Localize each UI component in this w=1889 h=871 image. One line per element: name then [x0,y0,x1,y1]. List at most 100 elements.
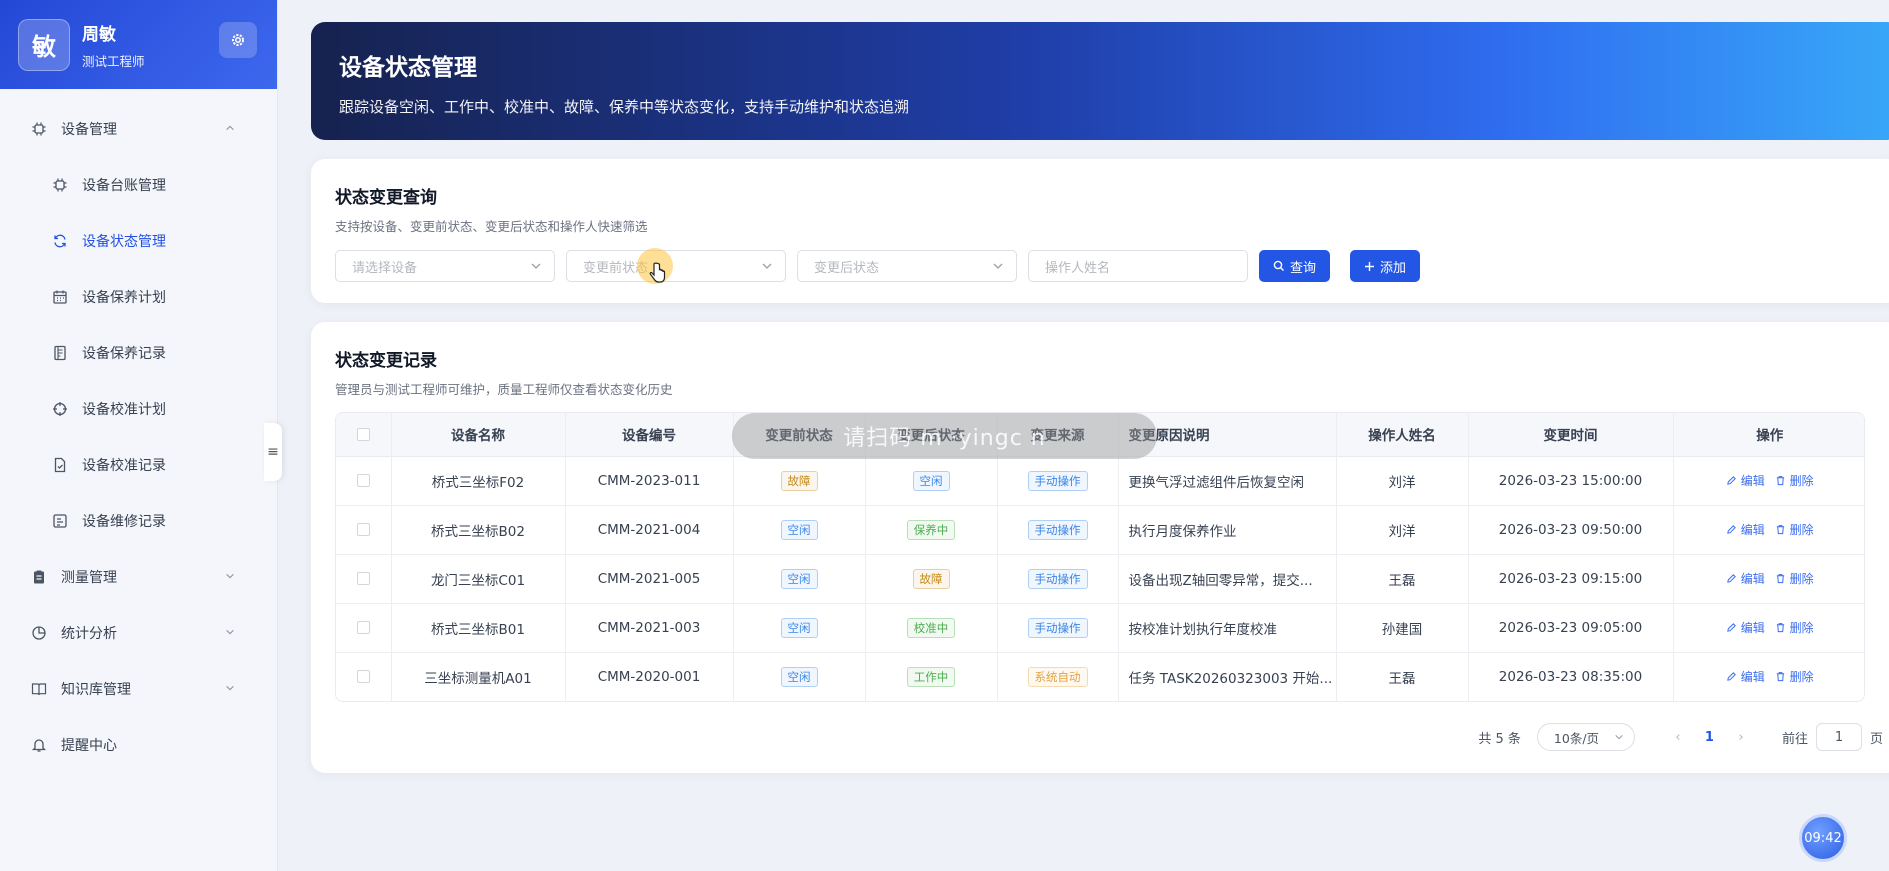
row-checkbox-cell[interactable] [336,554,392,604]
sidebar-item[interactable]: 设备校准计划 [0,381,277,437]
delete-button[interactable]: 删除 [1775,668,1814,685]
sidebar-item[interactable]: 提醒中心 [0,717,277,773]
before-status-select[interactable]: 变更前状态 [566,250,786,282]
row-checkbox[interactable] [356,572,370,585]
sidebar-item-label: 设备校准计划 [82,402,166,418]
chevron-down-icon [225,625,235,641]
row-checkbox[interactable] [356,474,370,487]
actions-cell: 编辑 删除 [1673,456,1864,506]
sidebar-item-label: 设备台账管理 [82,178,166,194]
after-status-cell: 保养中 [865,505,998,555]
sidebar-item[interactable]: 设备台账管理 [0,157,277,213]
prev-page-button[interactable]: ‹ [1667,730,1689,745]
sidebar-item-label: 设备保养计划 [82,290,166,306]
sidebar-item[interactable]: 统计分析 [0,605,277,661]
pointer-cursor-icon [648,262,666,288]
edit-button[interactable]: 编辑 [1726,472,1765,489]
delete-button[interactable]: 删除 [1775,472,1814,489]
sidebar-item[interactable]: 设备校准记录 [0,437,277,493]
sidebar-item-label: 设备维修记录 [82,514,166,530]
file-check-icon [51,456,69,474]
row-checkbox[interactable] [356,670,370,684]
actions-cell: 编辑 删除 [1673,554,1864,604]
operator-name-input[interactable]: 操作人姓名 [1028,250,1248,282]
search-button[interactable]: 查询 [1259,250,1331,282]
delete-button[interactable]: 删除 [1775,521,1814,538]
refresh-icon [51,232,69,250]
table-row[interactable]: 桥式三坐标B02 CMM-2021-004 空闲 保养中 手动操作 执行月度保养作业 刘洋 2… [336,505,1864,555]
search-icon [1273,260,1284,271]
delete-button[interactable]: 删除 [1775,619,1814,636]
reason-cell: 执行月度保养作业 [1118,505,1337,555]
edit-icon [1727,476,1736,485]
row-checkbox[interactable] [356,621,370,634]
time-cell: 2026-03-23 08:35:00 [1468,652,1674,701]
table-row[interactable]: 三坐标测量机A01 CMM-2020-001 空闲 工作中 系统自动 任务 TASK202… [336,652,1864,701]
source-cell: 系统自动 [997,652,1119,701]
sidebar-collapse-toggle[interactable]: ≡ [264,423,282,481]
row-checkbox-cell[interactable] [336,456,392,506]
after-status-cell: 校准中 [865,603,998,653]
next-page-button[interactable]: › [1730,730,1752,745]
sidebar-item-label: 设备状态管理 [82,234,166,250]
operator-cell: 王磊 [1336,554,1469,604]
edit-button[interactable]: 编辑 [1726,619,1765,636]
select-all-checkbox-cell[interactable] [336,413,392,457]
edit-icon [1727,672,1736,682]
device-name-cell: 龙门三坐标C01 [391,554,566,604]
sidebar-item[interactable]: 设备维修记录 [0,493,277,549]
page-size-select[interactable]: 10条/页 [1536,723,1635,751]
operator-cell: 孙建国 [1336,603,1469,653]
sidebar-item[interactable]: 设备保养记录 [0,325,277,381]
column-header: 变更时间 [1468,413,1674,457]
edit-button[interactable]: 编辑 [1726,668,1765,685]
row-checkbox-cell[interactable] [336,652,392,701]
edit-button[interactable]: 编辑 [1726,570,1765,587]
operator-name-placeholder: 操作人姓名 [1045,260,1111,276]
after-status-cell: 工作中 [865,652,998,701]
status-tag: 手动操作 [1027,617,1088,638]
chevron-down-icon [762,263,772,269]
floating-clock-button[interactable]: 09:42 [1799,814,1847,862]
row-checkbox[interactable] [356,523,370,536]
chevron-down-icon [531,263,541,269]
select-all-checkbox[interactable] [356,427,370,441]
table-row[interactable]: 龙门三坐标C01 CMM-2021-005 空闲 故障 手动操作 设备出现Z轴回零异常，提… [336,554,1864,604]
goto-suffix: 页 [1869,731,1883,747]
source-cell: 手动操作 [997,603,1119,653]
device-code-cell: CMM-2020-001 [565,652,734,701]
avatar: 敏 [18,18,70,71]
delete-button[interactable]: 删除 [1775,570,1814,587]
edit-icon [1727,525,1736,534]
sidebar-item[interactable]: 测量管理 [0,549,277,605]
gear-icon [232,34,244,46]
add-button[interactable]: 添加 [1350,250,1421,282]
goto-page-input[interactable]: 1 [1815,723,1862,751]
sidebar-item[interactable]: 设备状态管理 [0,213,277,269]
after-status-select[interactable]: 变更后状态 [797,250,1017,282]
sidebar-item[interactable]: 知识库管理 [0,661,277,717]
chip-icon [51,176,69,194]
clipboard-icon [30,568,48,586]
settings-button[interactable] [219,22,257,58]
sidebar-item-label: 设备校准记录 [82,458,166,474]
table-row[interactable]: 桥式三坐标F02 CMM-2023-011 故障 空闲 手动操作 更换气浮过滤组件后恢复空… [336,456,1864,506]
actions-cell: 编辑 删除 [1673,652,1864,701]
trash-icon [1776,476,1784,486]
device-code-cell: CMM-2021-005 [565,554,734,604]
table-row[interactable]: 桥式三坐标B01 CMM-2021-003 空闲 校准中 手动操作 按校准计划执行年度校准… [336,603,1864,653]
query-card: 状态变更查询 支持按设备、变更前状态、变更后状态和操作人快速筛选 请选择设备 变… [311,159,1889,303]
column-header: 设备编号 [565,413,734,457]
status-tag: 空闲 [780,666,818,687]
current-page[interactable]: 1 [1705,730,1714,745]
sidebar-item[interactable]: 设备保养计划 [0,269,277,325]
search-button-label: 查询 [1290,260,1317,276]
row-checkbox-cell[interactable] [336,505,392,555]
row-checkbox-cell[interactable] [336,603,392,653]
edit-button[interactable]: 编辑 [1726,521,1765,538]
sidebar-item[interactable]: 设备管理 [0,101,277,157]
device-select[interactable]: 请选择设备 [335,250,555,282]
reason-cell: 任务 TASK20260323003 开始... [1118,652,1337,701]
device-name-cell: 桥式三坐标B01 [391,603,566,653]
edit-label: 编辑 [1740,474,1765,488]
